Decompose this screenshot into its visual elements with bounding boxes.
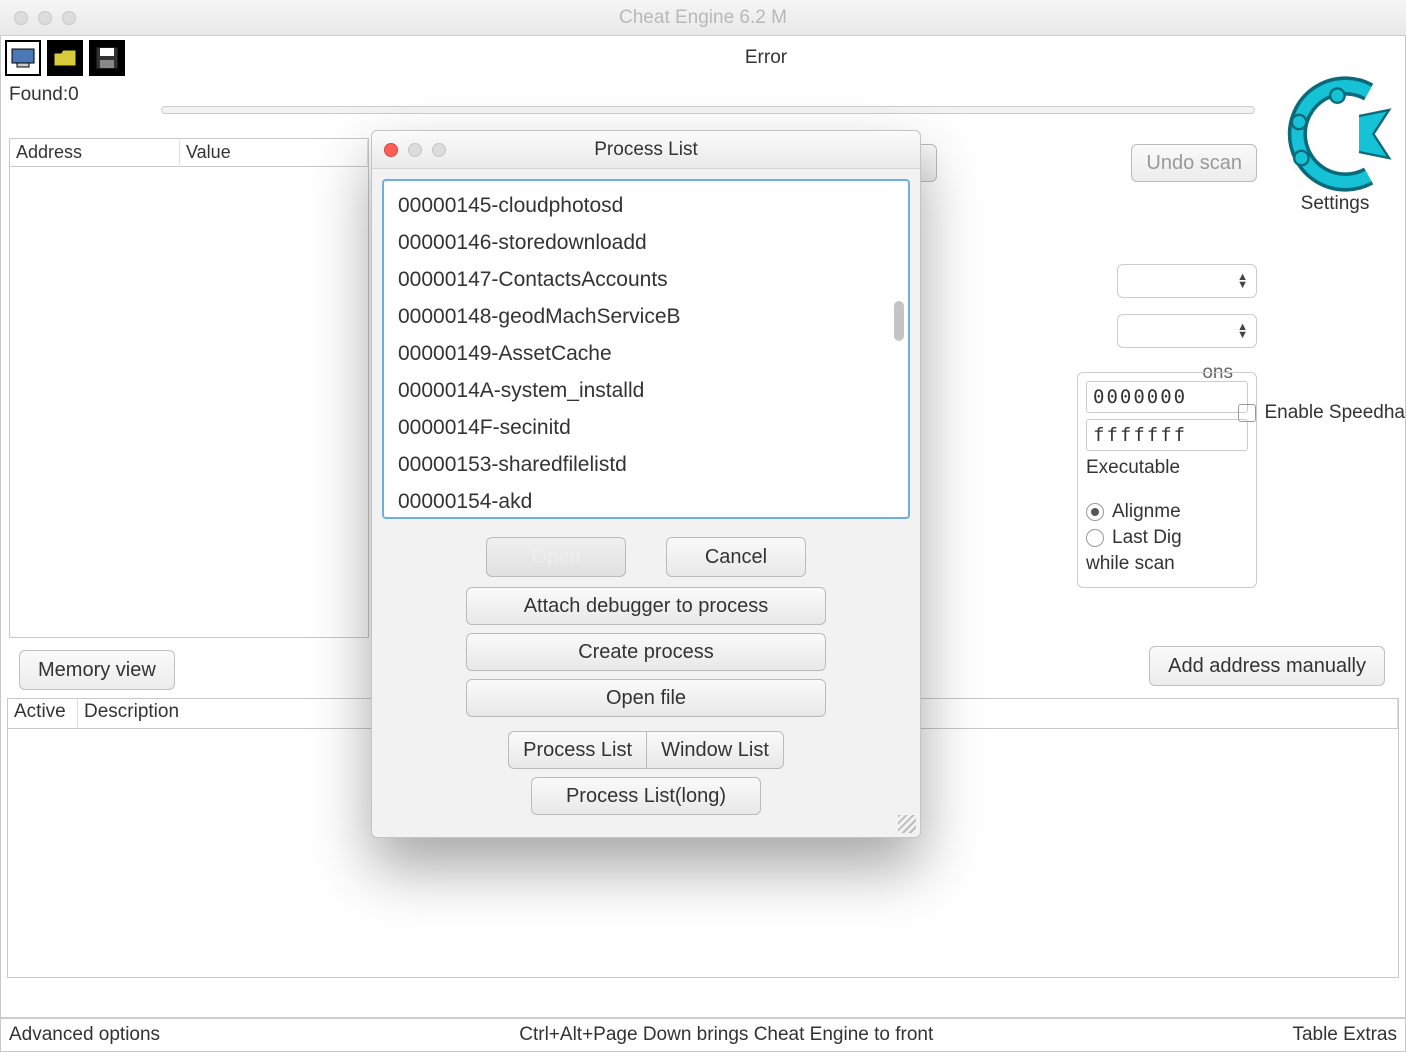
list-item[interactable]: 0000014A-system_installd — [398, 372, 894, 409]
close-icon[interactable] — [14, 11, 28, 25]
main-body: Error Settings Found:0 Address Value Und… — [0, 36, 1406, 1052]
toolbar: Error — [1, 36, 1405, 80]
table-extras-button[interactable]: Table Extras — [1284, 1024, 1405, 1046]
enable-speedhack-checkbox[interactable]: Enable Speedha — [1238, 402, 1405, 424]
dialog-titlebar: Process List — [372, 131, 920, 169]
maximize-icon[interactable] — [62, 11, 76, 25]
save-icon[interactable] — [89, 40, 125, 76]
minimize-icon[interactable] — [38, 11, 52, 25]
process-list-dialog: Process List 00000145-cloudphotosd 00000… — [371, 130, 921, 838]
process-list[interactable]: 00000145-cloudphotosd 00000146-storedown… — [382, 179, 910, 519]
checkbox-icon — [1238, 404, 1256, 422]
dialog-buttons: Open Cancel — [382, 537, 910, 577]
memory-scan-options: 0000000 fffffff Executable Alignme Last … — [1077, 372, 1257, 588]
window-list-tab[interactable]: Window List — [646, 731, 784, 769]
bottom-bar: Advanced options Ctrl+Alt+Page Down brin… — [1, 1017, 1405, 1051]
traffic-lights — [0, 11, 76, 25]
column-active[interactable]: Active — [8, 699, 78, 728]
list-item[interactable]: 00000147-ContactsAccounts — [398, 261, 894, 298]
radio-icon — [1086, 503, 1104, 521]
alignment-label: Alignme — [1112, 501, 1181, 523]
open-folder-icon[interactable] — [47, 40, 83, 76]
executable-checkbox[interactable]: Executable — [1086, 457, 1248, 479]
dialog-title: Process List — [372, 139, 920, 161]
progress-bar — [161, 106, 1255, 114]
value-type-stepper[interactable]: ▲▼ — [1117, 264, 1257, 298]
memory-view-button[interactable]: Memory view — [19, 650, 175, 690]
create-process-button[interactable]: Create process — [466, 633, 826, 671]
last-digit-label: Last Dig — [1112, 527, 1182, 549]
open-button[interactable]: Open — [486, 537, 626, 577]
alignment-radio[interactable]: Alignme — [1086, 501, 1248, 523]
list-item[interactable]: 00000145-cloudphotosd — [398, 187, 894, 224]
error-label: Error — [131, 47, 1401, 69]
hint-label: Ctrl+Alt+Page Down brings Cheat Engine t… — [168, 1024, 1284, 1046]
undo-scan-button[interactable]: Undo scan — [1131, 144, 1257, 182]
list-item[interactable]: 00000146-storedownloadd — [398, 224, 894, 261]
speedhack-label: Enable Speedha — [1264, 402, 1405, 424]
stop-address-field[interactable]: fffffff — [1086, 419, 1248, 451]
results-header: Address Value — [10, 139, 368, 167]
list-type-toggle: Process List Window List — [382, 731, 910, 769]
column-address[interactable]: Address — [10, 140, 180, 165]
radio-icon — [1086, 529, 1104, 547]
list-item[interactable]: 00000148-geodMachServiceB — [398, 298, 894, 335]
cancel-button[interactable]: Cancel — [666, 537, 806, 577]
column-value[interactable]: Value — [180, 140, 368, 165]
while-scan-label: while scan — [1086, 553, 1175, 575]
open-file-button[interactable]: Open file — [466, 679, 826, 717]
window-title: Cheat Engine 6.2 M — [0, 7, 1406, 29]
settings-label[interactable]: Settings — [1265, 193, 1405, 215]
list-item[interactable]: 0000014F-secinitd — [398, 409, 894, 446]
list-item[interactable]: 00000154-akd — [398, 483, 894, 519]
start-address-field[interactable]: 0000000 — [1086, 381, 1248, 413]
logo-area: Settings — [1265, 74, 1405, 215]
main-titlebar: Cheat Engine 6.2 M — [0, 0, 1406, 36]
list-item[interactable]: 00000153-sharedfilelistd — [398, 446, 894, 483]
resize-grip-icon[interactable] — [898, 815, 916, 833]
open-process-icon[interactable] — [5, 40, 41, 76]
add-address-button[interactable]: Add address manually — [1149, 646, 1385, 686]
cheat-engine-logo-icon — [1275, 74, 1395, 194]
executable-label: Executable — [1086, 457, 1180, 479]
advanced-options-button[interactable]: Advanced options — [1, 1024, 168, 1046]
attach-debugger-button[interactable]: Attach debugger to process — [466, 587, 826, 625]
scrollbar-thumb[interactable] — [894, 301, 904, 341]
scan-type-stepper[interactable]: ▲▼ — [1117, 314, 1257, 348]
process-list-long-button[interactable]: Process List(long) — [531, 777, 761, 815]
results-body[interactable] — [10, 167, 368, 637]
while-scan-row: while scan — [1086, 553, 1248, 575]
process-list-tab[interactable]: Process List — [508, 731, 646, 769]
dialog-body: 00000145-cloudphotosd 00000146-storedown… — [372, 169, 920, 837]
results-table: Address Value — [9, 138, 369, 638]
list-item[interactable]: 00000149-AssetCache — [398, 335, 894, 372]
last-digit-radio[interactable]: Last Dig — [1086, 527, 1248, 549]
